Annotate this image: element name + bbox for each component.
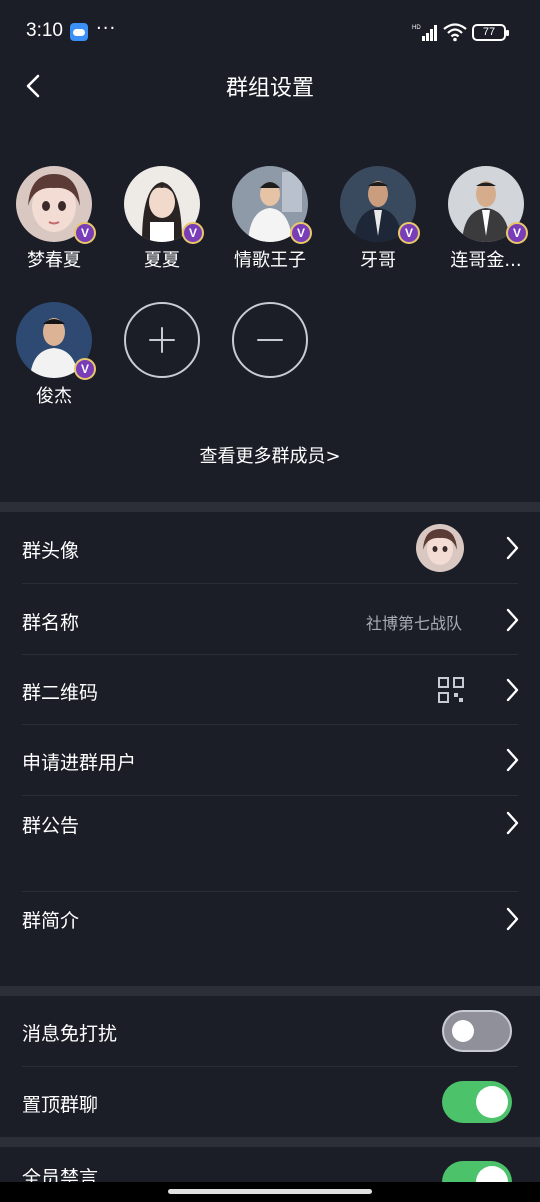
member-item[interactable]: V 梦春夏 (9, 166, 99, 272)
member-name: 梦春夏 (27, 250, 81, 271)
add-member-button[interactable] (124, 302, 200, 378)
toggle-knob (452, 1020, 474, 1042)
qrcode-icon (438, 677, 464, 703)
vip-badge-icon: V (74, 358, 96, 380)
row-group-name[interactable]: 群名称 社博第七战队 (0, 584, 540, 655)
vip-badge-icon: V (182, 222, 204, 244)
home-indicator[interactable] (168, 1189, 372, 1194)
chevron-right-icon (506, 748, 519, 772)
row-mute-all: 全员禁言 (0, 1147, 540, 1182)
vip-badge-icon: V (290, 222, 312, 244)
status-bar: 3:10 ··· HD 77 (0, 0, 540, 64)
chevron-right-icon (506, 536, 519, 560)
row-label: 申请进群用户 (22, 752, 137, 774)
avatar: V (16, 166, 96, 244)
section-divider (0, 986, 540, 996)
group-avatar-image (416, 524, 464, 572)
member-name: 连哥金... (450, 250, 522, 271)
chevron-right-icon (506, 678, 519, 702)
chevron-right-icon (506, 811, 519, 835)
row-label: 置顶群聊 (22, 1094, 99, 1116)
vip-badge-icon: V (398, 222, 420, 244)
minus-icon (257, 339, 283, 341)
row-label: 群头像 (22, 540, 80, 562)
pin-chat-toggle[interactable] (442, 1081, 512, 1123)
row-group-qrcode[interactable]: 群二维码 (0, 655, 540, 725)
row-label: 群公告 (22, 815, 80, 837)
row-pin-chat: 置顶群聊 (0, 1067, 540, 1137)
toggle-knob (476, 1086, 508, 1118)
chevron-right-icon (506, 608, 519, 632)
member-item[interactable]: V 牙哥 (333, 166, 423, 272)
more-notifications-icon: ··· (96, 18, 117, 39)
view-more-members-link[interactable]: 查看更多群成员> (0, 442, 540, 468)
member-name: 俊杰 (36, 386, 72, 407)
row-label: 群名称 (22, 612, 80, 634)
row-group-avatar[interactable]: 群头像 (0, 512, 540, 584)
row-group-notice[interactable]: 群公告 (0, 796, 540, 892)
row-label: 群二维码 (22, 682, 99, 704)
page-title: 群组设置 (225, 76, 314, 101)
do-not-disturb-toggle[interactable] (442, 1010, 512, 1052)
wifi-icon (443, 23, 467, 42)
member-item[interactable]: V 连哥金... (441, 166, 531, 272)
toggle-knob (476, 1166, 508, 1182)
vip-badge-icon: V (74, 222, 96, 244)
mute-all-toggle[interactable] (442, 1161, 512, 1182)
cloud-icon (70, 23, 88, 41)
status-time: 3:10 (26, 20, 63, 41)
row-group-intro[interactable]: 群简介 (0, 892, 540, 986)
member-name: 牙哥 (360, 250, 396, 271)
member-name: 夏夏 (144, 250, 180, 271)
section-divider (0, 1137, 540, 1147)
avatar: V (124, 166, 204, 244)
system-nav-bar (0, 1182, 540, 1202)
svg-text:HD: HD (412, 25, 421, 31)
battery-icon: 77 (472, 24, 509, 41)
avatar: V (448, 166, 528, 244)
member-name: 情歌王子 (234, 250, 306, 271)
member-item[interactable]: V 夏夏 (117, 166, 207, 272)
avatar: V (340, 166, 420, 244)
remove-member-button[interactable] (232, 302, 308, 378)
vip-badge-icon: V (506, 222, 528, 244)
row-label: 消息免打扰 (22, 1023, 118, 1045)
plus-icon (149, 327, 175, 353)
chevron-right-icon (506, 907, 519, 931)
row-do-not-disturb: 消息免打扰 (0, 996, 540, 1067)
row-label: 群简介 (22, 910, 80, 932)
signal-icon: HD (412, 25, 437, 41)
row-label: 全员禁言 (22, 1167, 99, 1182)
nav-bar: 群组设置 (0, 64, 540, 108)
avatar: V (16, 302, 96, 380)
avatar: V (232, 166, 312, 244)
section-divider (0, 502, 540, 512)
member-item[interactable]: V 情歌王子 (225, 166, 315, 272)
group-name-value: 社博第七战队 (365, 614, 462, 633)
member-item[interactable]: V 俊杰 (9, 302, 99, 408)
row-join-requests[interactable]: 申请进群用户 (0, 725, 540, 796)
